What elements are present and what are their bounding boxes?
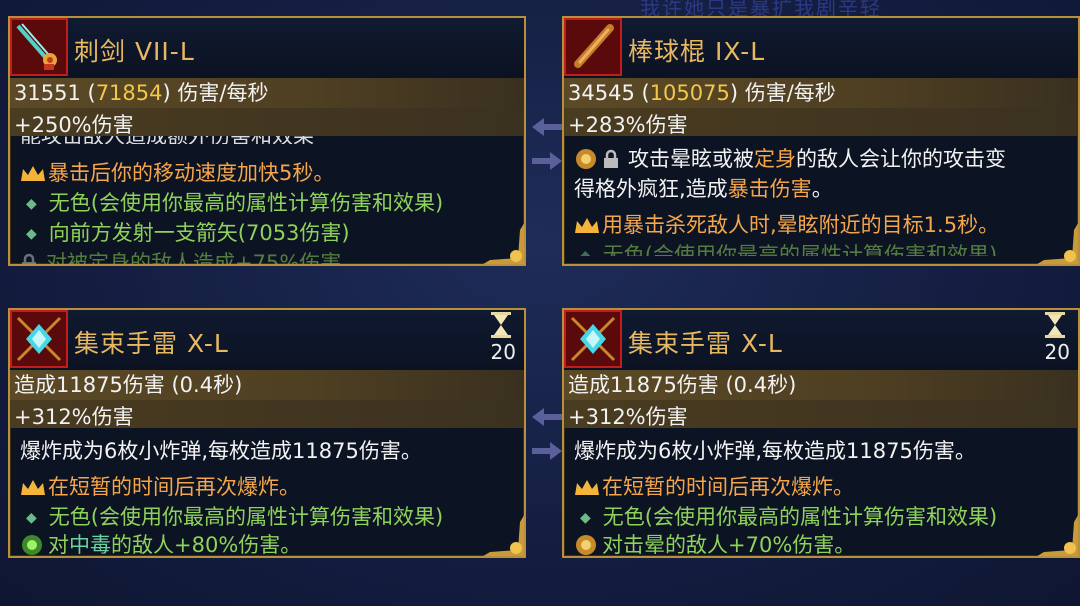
damage-bonus: +250%伤害: [10, 108, 524, 137]
corner-ornament-icon: [483, 223, 524, 264]
crown-icon: [575, 480, 599, 495]
bullet-perk: ◆ 无色(会使用你最高的属性计算伤害和效果): [26, 505, 444, 529]
bullet-icon: ◆: [26, 196, 37, 212]
bullet-perk: ◆ 无色(会使用你最高的属性计算伤害和效果): [580, 505, 998, 529]
card-header: 集束手雷 X-L 20: [10, 310, 524, 371]
lock-icon: [604, 149, 618, 168]
damage-bonus: +312%伤害: [564, 400, 1078, 429]
item-title: 刺剑 VII-L: [74, 37, 195, 66]
dps-bonus: 105075: [649, 81, 730, 105]
bullet-icon: ◆: [26, 510, 37, 526]
dps-stat: 34545 (105075) 伤害/每秒: [564, 78, 1078, 108]
card-header: 棒球棍 IX-L: [564, 18, 1078, 79]
dps-bonus: 71854: [95, 81, 163, 105]
corner-ornament-icon: [1037, 515, 1078, 556]
locked-perk: 对被定身的敌人造成+75%伤害。: [20, 248, 518, 264]
arrow-left-icon: [532, 408, 562, 426]
cutoff-text: 能攻击敌人造成额外伤害和效果: [20, 136, 524, 144]
item-title: 棒球棍 IX-L: [628, 37, 766, 66]
damage-stat: 造成11875伤害 (0.4秒): [10, 370, 524, 400]
item-card-cluster-grenade-compare[interactable]: 集束手雷 X-L 20 造成11875伤害 (0.4秒) +312%伤害 爆炸成…: [562, 308, 1080, 558]
bullet-perk: ◆ 无色(会使用你最高的属性计算伤害和效果): [574, 240, 1072, 256]
compare-arrows: [532, 118, 566, 186]
card-header: 集束手雷 X-L 20: [564, 310, 1078, 371]
item-title: 集束手雷 X-L: [628, 329, 783, 358]
crown-perk: 用暴击杀死敌人时,晕眩附近的目标1.5秒。: [574, 210, 1072, 240]
cluster-grenade-icon: [564, 310, 622, 368]
hourglass-icon: [491, 312, 511, 338]
desc-line: 得格外疯狂,造成暴击伤害。: [574, 177, 833, 201]
bullet-perk: ◆ 无色(会使用你最高的属性计算伤害和效果): [26, 191, 444, 215]
item-description: 爆炸成为6枚小炸弹,每枚造成11875伤害。 在短暂的时间后再次爆炸。 ◆ 无色(…: [20, 436, 518, 556]
item-description: 暴击后你的移动速度加快5秒。 ◆ 无色(会使用你最高的属性计算伤害和效果) ◆ 向前…: [20, 158, 518, 264]
item-title: 集束手雷 X-L: [74, 329, 229, 358]
dps-stat: 31551 (71854) 伤害/每秒: [10, 78, 524, 108]
damage-bonus: +312%伤害: [10, 400, 524, 429]
stun-perk: 对击晕的敌人+70%伤害。: [574, 530, 1072, 556]
item-description: 攻击晕眩或被定身的敌人会让你的攻击变 得格外疯狂,造成暴击伤害。 用暴击杀死敌人…: [574, 144, 1072, 256]
item-card-cluster-grenade[interactable]: 集束手雷 X-L 20 造成11875伤害 (0.4秒) +312%伤害 爆炸成…: [8, 308, 526, 558]
cooldown-value: 20: [1044, 340, 1070, 364]
arrow-left-icon: [532, 118, 562, 136]
arrow-right-icon: [532, 442, 562, 460]
bullet-perk: ◆ 向前方发射一支箭矢(7053伤害): [26, 221, 350, 245]
corner-ornament-icon: [1037, 223, 1078, 264]
damage-bonus: +283%伤害: [564, 108, 1078, 137]
bullet-icon: ◆: [580, 248, 591, 256]
poison-perk: 对中毒的敌人+80%伤害。: [20, 530, 518, 556]
cooldown-value: 20: [490, 340, 516, 364]
lock-icon: [22, 253, 36, 264]
compare-arrows: [532, 408, 566, 476]
crown-icon: [21, 480, 45, 495]
desc-line: 爆炸成为6枚小炸弹,每枚造成11875伤害。: [20, 439, 422, 463]
cluster-grenade-icon: [10, 310, 68, 368]
arrow-right-icon: [532, 152, 562, 170]
stun-star-icon: [576, 535, 596, 555]
bullet-icon: ◆: [580, 510, 591, 526]
rapier-icon: [10, 18, 68, 76]
crown-perk: 在短暂的时间后再次爆炸。: [20, 472, 518, 502]
poison-icon: [22, 535, 42, 555]
bullet-icon: ◆: [26, 226, 37, 242]
crown-perk: 暴击后你的移动速度加快5秒。: [20, 158, 518, 188]
item-card-rapier[interactable]: 刺剑 VII-L 31551 (71854) 伤害/每秒 +250%伤害 能攻击…: [8, 16, 526, 266]
crown-perk: 在短暂的时间后再次爆炸。: [574, 472, 1072, 502]
card-header: 刺剑 VII-L: [10, 18, 524, 79]
crown-icon: [575, 218, 599, 233]
locked-perk-line: 攻击晕眩或被定身的敌人会让你的攻击变: [574, 144, 1072, 174]
item-description: 爆炸成为6枚小炸弹,每枚造成11875伤害。 在短暂的时间后再次爆炸。 ◆ 无色(…: [574, 436, 1072, 556]
corner-ornament-icon: [483, 515, 524, 556]
damage-stat: 造成11875伤害 (0.4秒): [564, 370, 1078, 400]
hourglass-icon: [1045, 312, 1065, 338]
crown-icon: [21, 166, 45, 181]
desc-line: 爆炸成为6枚小炸弹,每枚造成11875伤害。: [574, 439, 976, 463]
item-card-baseball-bat[interactable]: 棒球棍 IX-L 34545 (105075) 伤害/每秒 +283%伤害 攻击…: [562, 16, 1080, 266]
stun-star-icon: [576, 149, 596, 169]
baseball-bat-icon: [564, 18, 622, 76]
